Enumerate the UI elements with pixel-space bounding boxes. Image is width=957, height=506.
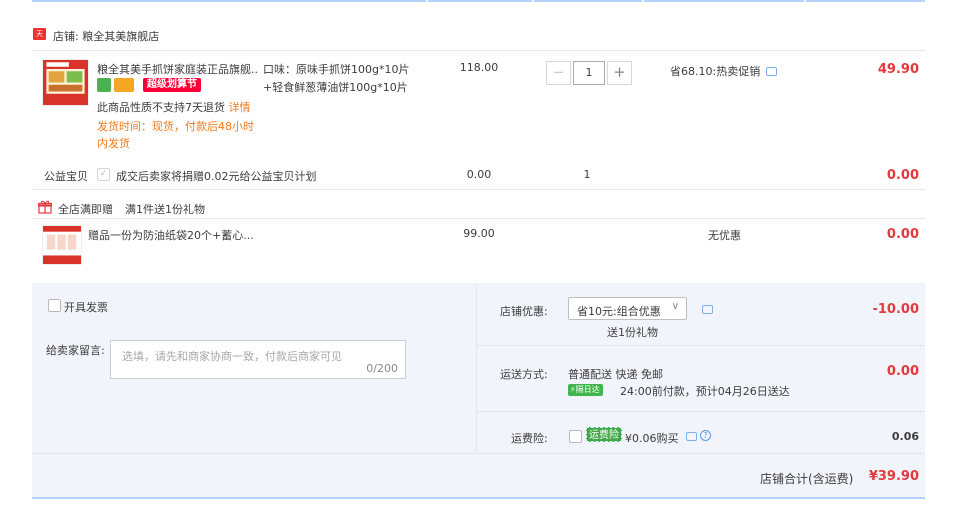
gift-icon bbox=[37, 200, 53, 214]
invoice-label: 开具发票 bbox=[64, 301, 108, 314]
shop-discount-amount: -10.00 bbox=[872, 302, 919, 317]
comment-icon[interactable] bbox=[766, 67, 777, 76]
item-discount: 省68.10:热卖促销 bbox=[670, 65, 761, 78]
shipping-label: 运送方式: bbox=[500, 368, 548, 381]
ship-time-line2: 内发货 bbox=[97, 137, 130, 150]
item-badges: 超级划算节 bbox=[97, 78, 201, 92]
product-image-icon bbox=[43, 60, 88, 105]
divider bbox=[32, 453, 925, 454]
card-icon bbox=[114, 78, 134, 92]
return-detail-link[interactable]: 详情 bbox=[229, 101, 251, 114]
quantity-increase-button[interactable]: + bbox=[607, 61, 632, 85]
guarantee-icon bbox=[97, 78, 111, 92]
quantity-decrease-button[interactable]: − bbox=[546, 61, 571, 85]
invoice-checkbox[interactable] bbox=[48, 299, 61, 312]
divider bbox=[477, 411, 925, 412]
gift-subtotal: 0.00 bbox=[886, 227, 919, 242]
quantity-input[interactable]: 1 bbox=[573, 61, 605, 85]
shop-discount-selected: 省10元:组合优惠 bbox=[577, 305, 661, 318]
panel-divider bbox=[476, 283, 477, 453]
charity-qty: 1 bbox=[583, 168, 591, 181]
shop-discount-note: 送1份礼物 bbox=[607, 326, 658, 339]
comment-icon[interactable] bbox=[702, 305, 713, 314]
message-counter: 0/200 bbox=[366, 362, 398, 375]
chevron-down-icon: ∨ bbox=[671, 301, 679, 312]
next-day-tag: ⚡隔日达 bbox=[568, 384, 603, 396]
gift-promo-label: 全店满即赠 bbox=[58, 203, 113, 216]
gift-thumbnail[interactable] bbox=[42, 225, 82, 265]
item-title-link[interactable]: 粮全其美手抓饼家庭装正品旗舰... bbox=[97, 61, 259, 77]
divider bbox=[32, 189, 925, 190]
gift-promo-text: 满1件送1份礼物 bbox=[125, 203, 205, 216]
order-options-panel bbox=[32, 283, 925, 498]
charity-checkbox[interactable]: ✓ bbox=[97, 168, 110, 181]
item-flavor-line1: 口味：原味手抓饼100g*10片 bbox=[263, 63, 410, 76]
gift-price: 99.00 bbox=[463, 227, 495, 240]
item-flavor-line2: +轻食鲜葱薄油饼100g*10片 bbox=[263, 81, 408, 94]
shop-total-label: 店铺合计(含运费) bbox=[760, 472, 854, 486]
store-name: 店铺: 粮全其美旗舰店 bbox=[53, 30, 160, 43]
divider bbox=[32, 218, 925, 219]
item-unit-price: 118.00 bbox=[459, 61, 499, 74]
shipping-method: 普通配送 快递 免邮 bbox=[568, 368, 663, 381]
item-thumbnail[interactable] bbox=[42, 59, 89, 106]
insurance-amount: 0.06 bbox=[891, 430, 919, 443]
shop-discount-label: 店铺优惠: bbox=[500, 305, 548, 318]
shipping-eta: 24:00前付款，预计04月26日送达 bbox=[620, 385, 790, 398]
gift-image-icon bbox=[43, 226, 81, 264]
gift-title-link[interactable]: 赠品一份为防油纸袋20个+蓄心... bbox=[88, 227, 254, 243]
message-placeholder: 选填，请先和商家协商一致，付款后商家可见 bbox=[122, 350, 342, 363]
insurance-badge: 运费险 bbox=[586, 427, 622, 442]
shipping-amount: 0.00 bbox=[886, 364, 919, 379]
return-policy: 此商品性质不支持7天退货 详情 bbox=[97, 99, 251, 115]
item-subtotal: 49.90 bbox=[877, 62, 919, 77]
shop-discount-select[interactable]: 省10元:组合优惠 ∨ bbox=[568, 297, 687, 320]
promo-badge: 超级划算节 bbox=[143, 78, 201, 92]
insurance-checkbox[interactable] bbox=[569, 430, 582, 443]
charity-text: 成交后卖家将捐赠0.02元给公益宝贝计划 bbox=[116, 170, 317, 183]
insurance-price: ¥0.06购买 bbox=[625, 432, 679, 445]
bottom-divider bbox=[32, 497, 925, 499]
help-icon[interactable]: ? bbox=[700, 430, 711, 441]
quantity-stepper: − 1 + bbox=[546, 61, 632, 85]
charity-subtotal: 0.00 bbox=[886, 168, 919, 183]
insurance-label: 运费险: bbox=[511, 432, 548, 445]
next-day-tag-text: 隔日达 bbox=[575, 385, 600, 394]
comment-icon[interactable] bbox=[686, 432, 697, 441]
gift-discount: 无优惠 bbox=[708, 229, 741, 242]
charity-price: 0.00 bbox=[466, 168, 492, 181]
divider bbox=[32, 50, 925, 51]
charity-label: 公益宝贝 bbox=[44, 170, 88, 183]
message-label: 给卖家留言: bbox=[46, 344, 105, 357]
table-header-divider bbox=[32, 0, 925, 4]
divider bbox=[477, 345, 925, 346]
tmall-store-icon: 天猫 bbox=[33, 28, 46, 50]
return-note: 此商品性质不支持7天退货 bbox=[97, 101, 225, 114]
ship-time-line1: 发货时间：现货，付款后48小时 bbox=[97, 120, 254, 133]
message-textarea[interactable]: 选填，请先和商家协商一致，付款后商家可见 0/200 bbox=[110, 340, 406, 379]
shop-total-amount: ¥39.90 bbox=[868, 469, 919, 484]
